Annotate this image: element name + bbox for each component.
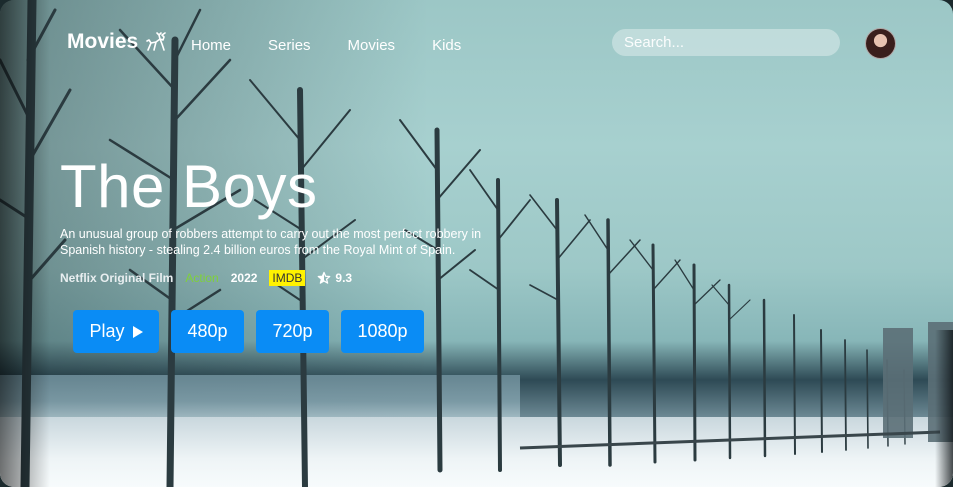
play-icon <box>132 325 143 338</box>
logo[interactable]: Movies <box>67 30 168 54</box>
search-input[interactable] <box>612 29 840 56</box>
movie-description: An unusual group of robbers attempt to c… <box>60 227 482 257</box>
user-avatar[interactable] <box>865 28 896 59</box>
right-edge-shadow <box>935 330 953 487</box>
movie-meta: Netflix Original Film Action 2022 IMDB 9… <box>60 270 352 286</box>
studio-label: Netflix Original Film <box>60 271 174 285</box>
resolution-720-button[interactable]: 720p <box>256 310 329 353</box>
resolution-1080-button[interactable]: 1080p <box>341 310 424 353</box>
main-menu: Home Series Movies Kids <box>191 37 461 54</box>
nav-series[interactable]: Series <box>268 37 311 54</box>
movie-title: The Boys <box>60 153 318 220</box>
logo-text: Movies <box>67 30 139 53</box>
play-button-label: Play <box>89 321 125 341</box>
resolution-480-button[interactable]: 480p <box>171 310 244 353</box>
play-button[interactable]: Play <box>73 310 159 353</box>
top-navigation: Movies Home Series Movies Kids <box>0 0 953 88</box>
rating: 9.3 <box>317 271 352 285</box>
nav-home[interactable]: Home <box>191 37 231 54</box>
imdb-badge: IMDB <box>269 270 306 286</box>
year-label: 2022 <box>230 271 258 285</box>
nav-kids[interactable]: Kids <box>432 37 461 54</box>
nav-movies[interactable]: Movies <box>348 37 396 54</box>
star-icon <box>318 271 331 284</box>
rating-value: 9.3 <box>335 271 353 285</box>
search-box <box>612 29 840 56</box>
genre-label: Action <box>185 271 219 285</box>
hero-page: Movies Home Series Movies Kids The Boys … <box>0 0 953 487</box>
reindeer-icon <box>146 32 167 51</box>
action-buttons: Play 480p 720p 1080p <box>73 310 424 353</box>
